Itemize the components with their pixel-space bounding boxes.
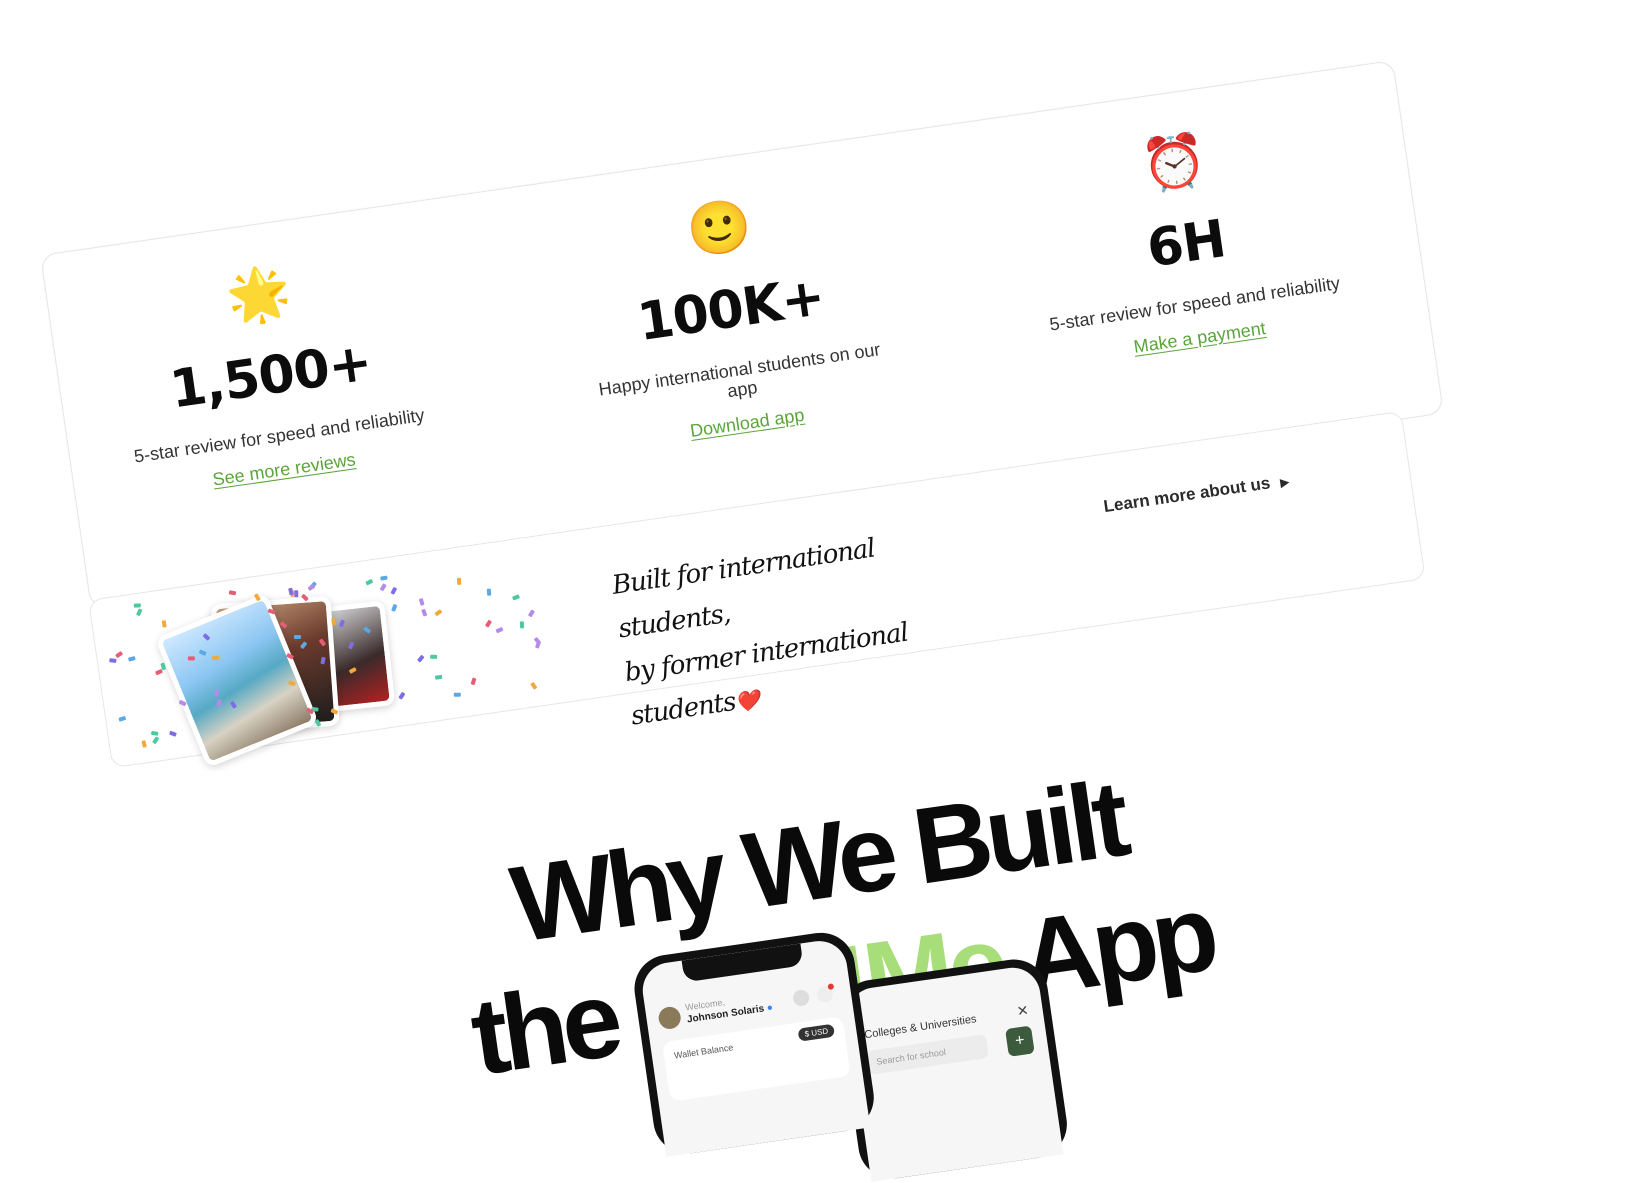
confetti-piece [152,736,160,745]
confetti-piece [331,618,336,626]
phone-mockup-back: Colleges & Universities ✕ Search for sch… [835,955,1072,1183]
confetti-piece [417,654,425,663]
notification-dot [827,983,835,991]
school-search-input[interactable]: Search for school [866,1034,989,1075]
confetti-piece [434,675,443,681]
confetti-piece [418,598,425,606]
heading-line-2-prefix: the [464,954,648,1098]
confetti-piece [140,740,147,748]
confetti-piece [495,627,504,634]
confetti-piece [457,578,462,586]
confetti-piece [511,594,520,601]
avatar[interactable] [657,1005,683,1031]
confetti-piece [470,677,477,686]
confetti-piece [530,681,538,690]
confetti-piece [527,609,535,618]
confetti-piece [128,656,137,662]
copy-icon[interactable] [792,988,811,1008]
arrow-right-icon: ▶ [1279,474,1291,490]
stat-speed: ⏰ 6H 5-star review for speed and reliabi… [1022,112,1350,370]
add-school-button[interactable]: + [1005,1025,1035,1057]
confetti-piece [133,603,142,608]
make-a-payment-link[interactable]: Make a payment [1132,318,1267,358]
learn-more-label: Learn more about us [1102,473,1272,517]
download-app-link[interactable]: Download app [689,405,806,442]
confetti-piece [135,608,143,617]
confetti-piece [453,693,461,698]
learn-more-about-us-link[interactable]: Learn more about us ▶ [1102,471,1290,518]
stat-reviews: 🌟 1,500+ 5-star review for speed and rel… [106,244,434,502]
confetti-piece [293,634,301,639]
confetti-piece [484,619,493,628]
verified-icon: ● [766,1002,774,1014]
wallet-label: Wallet Balance [673,1042,734,1061]
close-icon[interactable]: ✕ [1016,1002,1030,1020]
confetti-piece [150,730,159,736]
heart-icon: ❤️ [733,687,761,715]
phone-mockup-front: Welcome, Johnson Solaris ● Wallet Balanc… [630,928,879,1158]
currency-selector[interactable]: $ USD [797,1023,836,1042]
confetti-piece [115,650,124,658]
confetti-piece [519,621,524,629]
confetti-piece [534,640,541,649]
bell-icon[interactable] [815,983,835,1004]
confetti-piece [487,588,492,596]
graduation-photos [146,577,415,769]
confetti-piece [109,658,117,663]
confetti-piece [434,608,443,617]
wallet-card: Wallet Balance $ USD [662,1016,851,1102]
confetti-piece [228,590,237,596]
confetti-piece [420,608,428,617]
search-placeholder: Search for school [875,1046,947,1067]
confetti-piece [430,654,438,659]
phone-screen: Colleges & Universities ✕ Search for sch… [844,964,1064,1182]
confetti-piece [188,656,196,661]
phone-notch [681,943,804,983]
phone-screen: Welcome, Johnson Solaris ● Wallet Balanc… [639,937,871,1157]
confetti-piece [161,619,167,628]
stat-students: 🙂 100K+ Happy international students on … [566,178,897,455]
see-more-reviews-link[interactable]: See more reviews [211,449,357,490]
confetti-piece [118,716,126,723]
tagline: Built for international students, by for… [609,513,991,740]
